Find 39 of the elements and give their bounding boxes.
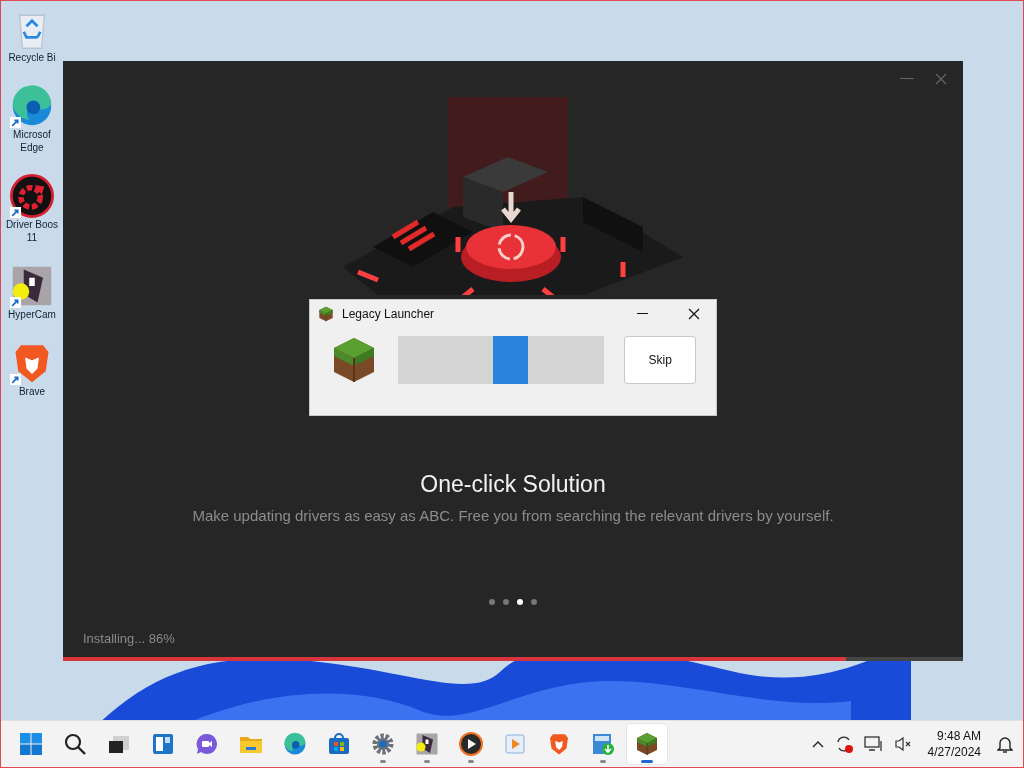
play-circle-icon — [459, 732, 483, 756]
search-icon — [63, 732, 87, 756]
store-bag-icon — [327, 732, 351, 756]
pager-dot[interactable] — [503, 599, 509, 605]
install-status: Installing... 86% — [83, 631, 175, 646]
desktop-icon-label[interactable]: HyperCam — [8, 308, 56, 321]
app-icon — [318, 306, 334, 322]
clock-date[interactable]: 4/27/2024 — [927, 744, 981, 760]
desktop-icon-label[interactable]: Brave — [18, 385, 46, 398]
camera-app-icon — [415, 732, 439, 756]
close-icon — [935, 73, 947, 85]
grass-block-icon — [635, 732, 659, 756]
skip-button[interactable]: Skip — [624, 336, 696, 384]
chevron-up-icon[interactable] — [811, 740, 824, 748]
pager-dot[interactable] — [517, 599, 523, 605]
download-box-icon — [591, 732, 615, 756]
chat-icon — [195, 732, 219, 756]
settings-icon — [371, 732, 395, 756]
desktop-icon-label[interactable]: Recycle Bi — [8, 51, 56, 64]
swirl-logo-icon — [283, 732, 307, 756]
windows-logo-icon — [19, 732, 43, 756]
slide-headline: One-click Solution — [420, 470, 606, 498]
play-box-icon — [503, 732, 527, 756]
minimize-icon — [900, 78, 914, 80]
dialog-title: Legacy Launcher — [342, 307, 436, 321]
pager-dot[interactable] — [531, 599, 537, 605]
desktop-icon-label[interactable]: Microsof Edge — [5, 128, 59, 154]
close-icon — [688, 308, 700, 320]
network-icon[interactable] — [863, 735, 884, 753]
desktop-icon-label[interactable]: Driver Boos 11 — [5, 218, 59, 244]
lion-shield-icon — [547, 732, 571, 756]
slide-description: Make updating drivers as easy as ABC. Free you from searching the relevant drivers by yourself. — [192, 506, 834, 526]
notification-icon[interactable] — [997, 735, 1013, 753]
volume-muted-icon[interactable] — [893, 736, 912, 752]
pager-dot[interactable] — [489, 599, 495, 605]
widgets-icon — [151, 732, 175, 756]
clock-time[interactable]: 9:48 AM — [936, 728, 981, 744]
minimize-icon — [636, 313, 648, 315]
taskbar-button[interactable] — [627, 724, 667, 764]
